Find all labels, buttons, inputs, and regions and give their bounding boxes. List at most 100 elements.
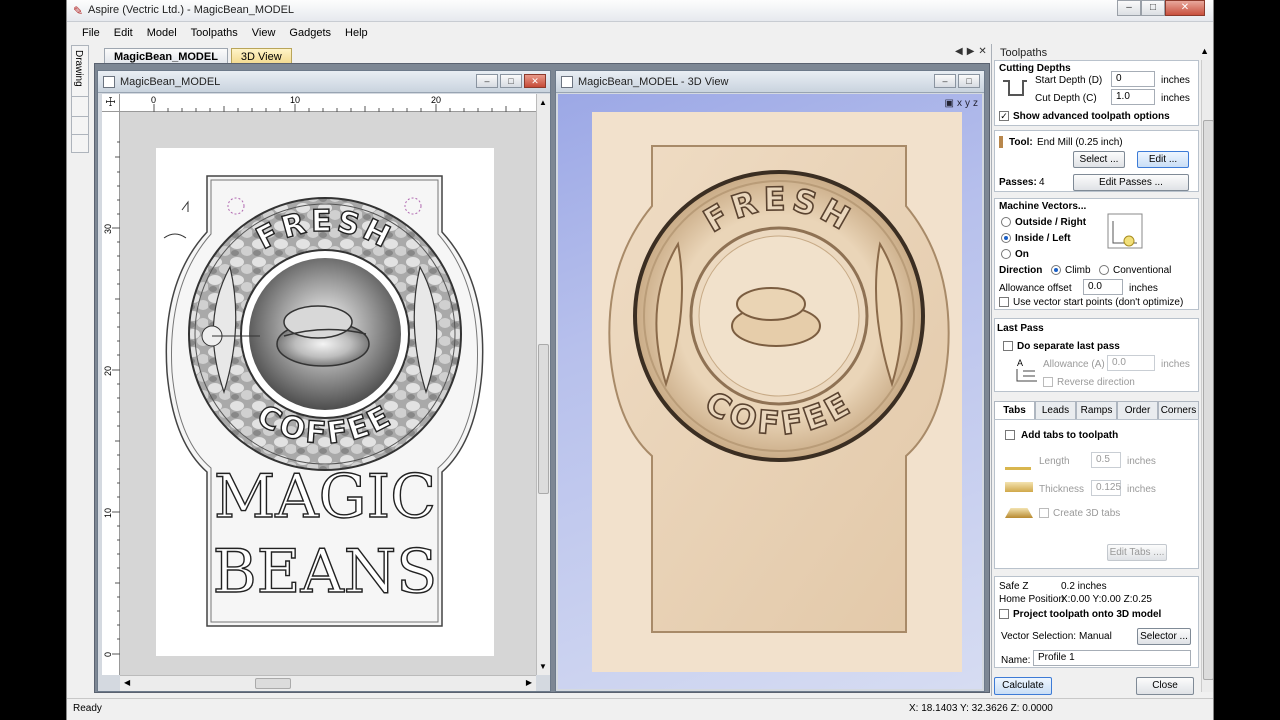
status-bar: Ready X: 18.1403 Y: 32.3626 Z: 0.0000 [67, 698, 1213, 720]
tool-label: Tool: [1009, 137, 1033, 148]
outside-radio[interactable] [1001, 217, 1011, 227]
panel-scrollbar[interactable] [1201, 60, 1213, 692]
maximize-button[interactable]: □ [1141, 0, 1165, 16]
tab-tabs[interactable]: Tabs [994, 401, 1035, 419]
2d-view-controls: – □ ✕ [476, 74, 546, 88]
pin-icon[interactable]: ▲ [1200, 46, 1209, 56]
3d-view-controls: – □ [934, 74, 980, 88]
ruler-ticks-v: 30 20 10 0 [103, 141, 120, 657]
3d-view-window: MagicBean_MODEL - 3D View – □ ▣ x y z FR… [555, 70, 985, 692]
allowance-offset-input[interactable]: 0.0 [1083, 279, 1123, 295]
tab-scroll-arrows[interactable]: ◀▶✕ [955, 46, 991, 57]
passes-value: 4 [1039, 177, 1045, 188]
scroll-up-icon[interactable]: ▲ [539, 98, 547, 107]
vector-start-points-checkbox[interactable] [999, 297, 1009, 307]
status-text: Ready [73, 703, 102, 714]
name-label: Name: [1001, 655, 1031, 666]
start-depth-input[interactable]: 0 [1111, 71, 1155, 87]
edit-tabs-button[interactable]: Edit Tabs .... [1107, 544, 1167, 561]
2d-drawing-canvas[interactable]: FRESH COFFEE MAGIC BEANS [120, 112, 536, 675]
add-tabs-checkbox[interactable] [1005, 430, 1015, 440]
minimize-3d-button[interactable]: – [934, 74, 956, 88]
cut-depth-unit: inches [1161, 93, 1190, 104]
separate-last-pass-checkbox[interactable] [1003, 341, 1013, 351]
selector-button[interactable]: Selector ... [1137, 628, 1191, 645]
on-radio[interactable] [1001, 249, 1011, 259]
minimize-2d-button[interactable]: – [476, 74, 498, 88]
cut-depth-input[interactable]: 1.0 [1111, 89, 1155, 105]
tab-thickness-input[interactable]: 0.125 [1091, 480, 1121, 496]
view-x-icon[interactable]: x [957, 98, 962, 109]
toolpath-name-input[interactable]: Profile 1 [1033, 650, 1191, 666]
vector-selection-value: Manual [1079, 631, 1112, 642]
menu-gadgets[interactable]: Gadgets [282, 23, 338, 43]
close-button[interactable]: Close [1136, 677, 1194, 695]
divider [72, 134, 88, 135]
climb-radio[interactable] [1051, 265, 1061, 275]
reverse-direction-checkbox[interactable] [1043, 377, 1053, 387]
project-toolpath-checkbox[interactable] [999, 609, 1009, 619]
start-depth-label: Start Depth (D) [1035, 75, 1103, 86]
maximize-2d-button[interactable]: □ [500, 74, 522, 88]
tab-thickness-label: Thickness [1039, 484, 1085, 495]
cutting-depths-group: Cutting Depths Start Depth (D) 0 inches … [994, 60, 1199, 126]
scroll-right-icon[interactable]: ▶ [526, 678, 532, 687]
conventional-label: Conventional [1113, 265, 1172, 276]
tab-order[interactable]: Order [1117, 401, 1158, 419]
home-position-value: X:0.00 Y:0.00 Z:0.25 [1061, 594, 1152, 605]
scroll-left-icon[interactable]: ◀ [124, 678, 130, 687]
2d-horizontal-scrollbar[interactable]: ◀ ▶ [120, 675, 536, 691]
calculate-button[interactable]: Calculate [994, 677, 1052, 695]
tab-length-unit: inches [1127, 456, 1156, 467]
2d-view-window: MagicBean_MODEL – □ ✕ ☩ 0 10 20 30 20 10… [97, 70, 551, 692]
divider [72, 96, 88, 97]
scroll-down-icon[interactable]: ▼ [539, 662, 547, 671]
menu-file[interactable]: File [75, 23, 107, 43]
passes-label: Passes: [999, 177, 1037, 188]
climb-label: Climb [1065, 265, 1091, 276]
3d-tab-icon [1005, 508, 1033, 518]
create-3d-tabs-checkbox[interactable] [1039, 508, 1049, 518]
panel-scroll-thumb[interactable] [1203, 120, 1213, 680]
3d-viewport[interactable]: ▣ x y z FRESH COFFEE [558, 94, 982, 689]
tabs-options-group: Add tabs to toolpath Length 0.5 inches T… [994, 419, 1199, 569]
edit-tool-button[interactable]: Edit ... [1137, 151, 1189, 168]
drawing-side-tab[interactable]: Drawing [71, 45, 89, 153]
view-y-icon[interactable]: y [965, 98, 970, 109]
edit-passes-button[interactable]: Edit Passes ... [1073, 174, 1189, 191]
document-icon [103, 76, 115, 88]
ruler-ticks-h: 0 10 20 [151, 95, 521, 112]
conventional-radio[interactable] [1099, 265, 1109, 275]
view-z-icon[interactable]: z [973, 98, 978, 109]
3d-view-titlebar: MagicBean_MODEL - 3D View – □ [556, 71, 984, 93]
tab-leads[interactable]: Leads [1035, 401, 1076, 419]
select-tool-button[interactable]: Select ... [1073, 151, 1125, 168]
2d-vertical-scrollbar[interactable]: ▲ ▼ [536, 94, 550, 675]
advanced-options-checkbox[interactable]: ✓ [999, 111, 1009, 121]
ruler-origin-icon[interactable]: ☩ [102, 94, 120, 112]
maximize-3d-button[interactable]: □ [958, 74, 980, 88]
scroll-thumb[interactable] [538, 344, 549, 494]
cursor-coordinates: X: 18.1403 Y: 32.3626 Z: 0.0000 [909, 703, 1053, 714]
scroll-thumb-h[interactable] [255, 678, 291, 689]
last-pass-allowance-input[interactable]: 0.0 [1107, 355, 1155, 371]
on-label: On [1015, 249, 1029, 260]
start-depth-unit: inches [1161, 75, 1190, 86]
minimize-button[interactable]: – [1117, 0, 1141, 16]
toolpaths-panel: Toolpaths ▲ Cutting Depths Start Depth (… [991, 44, 1213, 696]
depth-diagram-icon [1003, 80, 1027, 96]
tab-length-input[interactable]: 0.5 [1091, 452, 1121, 468]
zoom-fit-icon[interactable]: ▣ [945, 98, 954, 109]
menu-view[interactable]: View [245, 23, 283, 43]
close-window-button[interactable]: ✕ [1165, 0, 1205, 16]
tab-corners[interactable]: Corners [1158, 401, 1199, 419]
menu-toolpaths[interactable]: Toolpaths [184, 23, 245, 43]
close-2d-button[interactable]: ✕ [524, 74, 546, 88]
inside-radio[interactable] [1001, 233, 1011, 243]
tab-ramps[interactable]: Ramps [1076, 401, 1117, 419]
menu-help[interactable]: Help [338, 23, 375, 43]
3d-render: FRESH COFFEE [592, 112, 962, 672]
home-position-label: Home Position [999, 594, 1065, 605]
menu-edit[interactable]: Edit [107, 23, 140, 43]
menu-model[interactable]: Model [140, 23, 184, 43]
